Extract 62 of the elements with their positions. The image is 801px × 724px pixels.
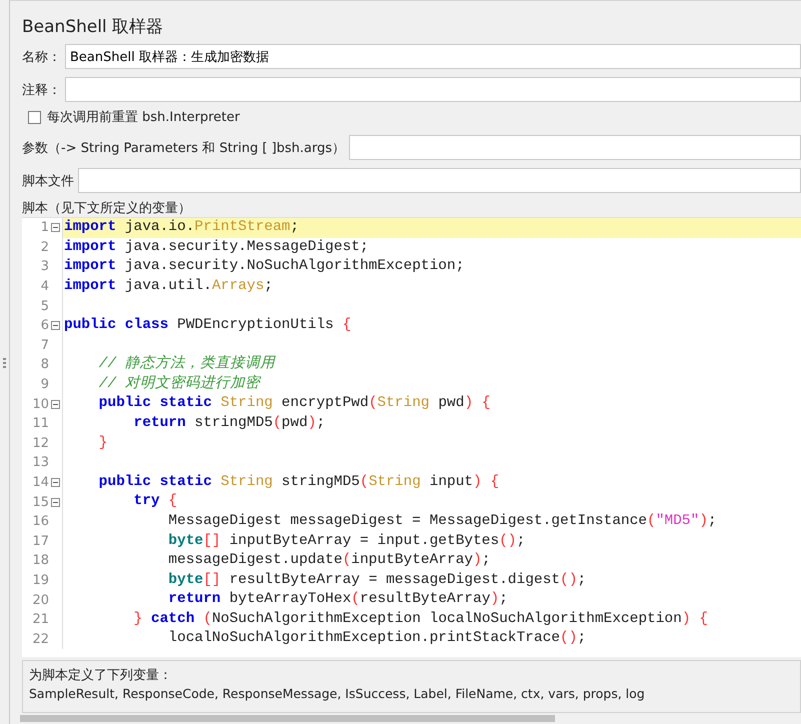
fold-toggle-icon[interactable] [51, 498, 60, 507]
line-number: 18 [31, 553, 49, 568]
line-number: 5 [40, 298, 49, 314]
line-number: 7 [40, 338, 49, 353]
line-number: 17 [31, 534, 49, 549]
field-label: 注释： [22, 82, 62, 98]
code-line: } [98, 434, 109, 453]
splitter-handle-icon[interactable] [3, 358, 6, 370]
line-number: 16 [31, 514, 49, 530]
code-line: import java.security.NoSuchAlgorithmException; [63, 257, 466, 276]
code-line: byte[] resultByteArray = messageDigest.digest(); [167, 570, 588, 590]
code-line: public static String encryptPwd(String pwd) { [98, 394, 492, 414]
fold-toggle-icon[interactable] [51, 478, 60, 488]
line-number: 12 [31, 436, 49, 451]
panel-title: BeanShell 取样器 [22, 16, 164, 37]
code-line: public class PWDEncryptionUtils { [63, 316, 352, 335]
code-line: import java.security.MessageDigest; [63, 238, 370, 257]
checkbox-label: 每次调用前重置 bsh.Interpreter [47, 109, 241, 126]
variables-heading: 为脚本定义了下列变量： [29, 667, 173, 685]
line-number: 1 [40, 220, 49, 236]
field-label: 名称： [22, 48, 62, 66]
line-number: 10 [31, 396, 49, 412]
text-field[interactable] [78, 168, 801, 193]
line-number: 3 [40, 259, 49, 274]
line-number: 9 [40, 377, 49, 392]
code-editor[interactable] [22, 217, 801, 657]
code-line: localNoSuchAlgorithmException.printStackTrace(); [167, 629, 588, 648]
line-number: 20 [31, 592, 49, 608]
code-line: import java.util.Arrays; [63, 276, 274, 296]
line-number: 19 [31, 572, 49, 588]
code-line: byte[] inputByteArray = input.getBytes(); [167, 532, 526, 550]
code-line: // 对明文密码进行加密 [98, 374, 262, 394]
line-number: 15 [31, 494, 49, 510]
line-number: 2 [40, 240, 49, 255]
text-field[interactable] [349, 135, 801, 160]
code-line: try { [132, 492, 178, 512]
field-label: 脚本文件 [22, 172, 75, 190]
line-number: 11 [31, 416, 49, 432]
fold-toggle-icon[interactable] [51, 400, 60, 409]
line-number: 21 [31, 612, 49, 628]
code-line: MessageDigest messageDigest = MessageDigest.getInstance("MD5"); [167, 512, 718, 531]
fold-toggle-icon[interactable] [51, 321, 60, 330]
text-field[interactable]: BeanShell 取样器：生成加密数据 [65, 44, 801, 69]
checkbox[interactable] [28, 110, 41, 124]
code-line: public static String stringMD5(String input) { [98, 472, 500, 492]
line-number: 4 [40, 279, 49, 294]
code-line: } catch (NoSuchAlgorithmException localNoSuchAlgorithmException) { [132, 610, 709, 629]
field-label: 参数（-> String Parameters 和 String [ ]bsh.args） [22, 140, 346, 156]
line-number: 6 [40, 318, 49, 334]
horizontal-scrollbar[interactable] [20, 715, 555, 722]
line-number: 13 [31, 455, 49, 470]
code-line: return byteArrayToHex(resultByteArray); [167, 590, 509, 610]
code-line: return stringMD5(pwd); [132, 414, 326, 433]
code-line: messageDigest.update(inputByteArray); [167, 551, 492, 570]
text-field[interactable] [65, 77, 801, 102]
script-label: 脚本（见下文所定义的变量） [22, 200, 192, 217]
line-number: 8 [40, 357, 49, 372]
fold-toggle-icon[interactable] [51, 223, 60, 232]
variables-list: SampleResult, ResponseCode, ResponseMessage, IsSuccess, Label, FileName, ctx, vars, props, log [29, 686, 794, 701]
code-line: // 静态方法，类直接调用 [98, 355, 277, 374]
line-number: 14 [31, 475, 49, 490]
line-number: 22 [31, 632, 49, 647]
